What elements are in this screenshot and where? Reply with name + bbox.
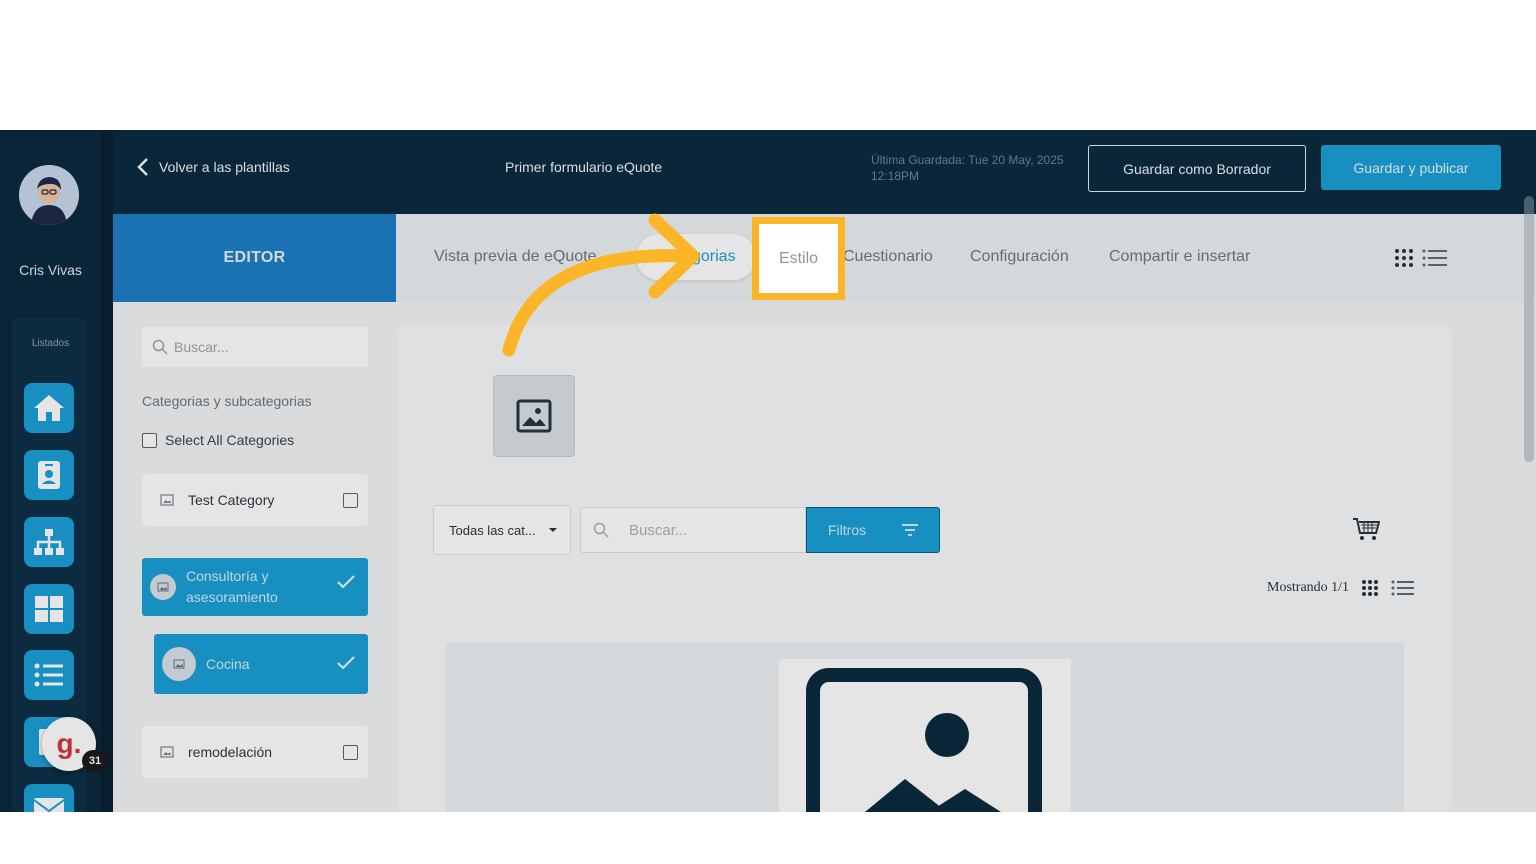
save-publish-button[interactable]: Guardar y publicar: [1321, 145, 1501, 190]
select-all-label: Select All Categories: [165, 432, 295, 448]
results-count-label: Mostrando 1/1: [1267, 580, 1350, 595]
category-search-placeholder: Buscar...: [174, 339, 229, 355]
logo-placeholder[interactable]: [493, 375, 575, 457]
category-dropdown[interactable]: Todas las cat...: [433, 505, 571, 555]
filters-label: Filtros: [827, 522, 867, 538]
scrollbar[interactable]: [1524, 196, 1534, 462]
tab-editor[interactable]: EDITOR: [113, 214, 396, 302]
caret-down-icon: [548, 528, 557, 532]
grid-view-icon[interactable]: [1361, 579, 1379, 597]
category-item[interactable]: Test Category: [142, 474, 368, 526]
search-icon: [152, 339, 168, 355]
app-frame: Cris Vivas Listados g. 31 Volver a las p…: [0, 130, 1536, 812]
sitemap-icon: [34, 529, 64, 555]
category-search-input[interactable]: Buscar...: [142, 327, 368, 367]
last-saved-timestamp: Última Guardada: Tue 20 May, 2025 12:18P…: [871, 153, 1064, 183]
form-title: Primer formulario eQuote: [505, 159, 663, 175]
rail-hierarchy-button[interactable]: [24, 517, 74, 567]
image-icon: [157, 582, 169, 592]
rail-contacts-button[interactable]: [24, 450, 74, 500]
rail-divider: [101, 130, 113, 812]
list-icon: [34, 663, 63, 687]
back-to-templates-link[interactable]: Volver a las plantillas: [137, 157, 290, 177]
user-name: Cris Vivas: [19, 262, 82, 278]
subcategory-item-selected[interactable]: Cocina: [154, 634, 368, 694]
tab-questionnaire[interactable]: Cuestionario: [843, 248, 933, 266]
rail-home-button[interactable]: [24, 383, 74, 433]
image-icon: [160, 494, 174, 506]
filters-button[interactable]: Filtros: [806, 507, 940, 553]
id-badge-icon: [38, 461, 60, 489]
grid-icon: [35, 596, 63, 622]
rail-caption: Listados: [31, 338, 70, 349]
category-checkbox[interactable]: [343, 492, 358, 508]
list-view-icon[interactable]: [1422, 248, 1448, 268]
home-icon: [34, 395, 64, 421]
category-thumb: [150, 574, 176, 600]
image-placeholder-icon: [806, 668, 1042, 812]
tab-style[interactable]: Estilo: [759, 224, 838, 293]
tutorial-arrow-icon: [502, 213, 700, 357]
search-icon: [593, 522, 609, 538]
checkmark-icon: [337, 575, 355, 589]
checkmark-icon: [337, 656, 355, 670]
list-view-icon[interactable]: [1391, 579, 1415, 597]
avatar[interactable]: [19, 165, 79, 225]
notification-badge: 31: [82, 750, 108, 772]
category-checkbox[interactable]: [343, 744, 358, 760]
view-toggle: [1394, 248, 1448, 268]
tab-configuration[interactable]: Configuración: [970, 248, 1069, 266]
mail-icon: [33, 798, 65, 812]
select-all-checkbox[interactable]: [142, 432, 157, 448]
image-icon: [173, 659, 185, 669]
tutorial-highlight: Estilo: [752, 217, 845, 300]
category-thumb: [162, 647, 196, 681]
category-label: Test Category: [188, 492, 275, 508]
rail-dashboard-button[interactable]: [24, 584, 74, 634]
product-search-placeholder: Buscar...: [629, 521, 688, 539]
category-label: Cocina: [206, 656, 250, 672]
category-item-selected[interactable]: Consultoría y asesoramiento: [142, 558, 368, 616]
grid-view-icon[interactable]: [1394, 248, 1414, 268]
rail-list-button[interactable]: [24, 650, 74, 700]
category-dropdown-value: Todas las cat...: [449, 522, 536, 538]
product-grid: [446, 643, 1404, 812]
product-search-input[interactable]: Buscar...: [580, 507, 806, 553]
rail-mail-button[interactable]: [24, 784, 74, 812]
product-card[interactable]: [779, 659, 1071, 812]
category-label: remodelación: [188, 744, 273, 760]
categories-heading: Categorias y subcategorias: [142, 393, 312, 409]
chevron-left-icon: [137, 158, 148, 176]
top-header: Volver a las plantillas Primer formulari…: [113, 130, 1536, 214]
image-icon: [160, 746, 174, 758]
filter-icon: [902, 524, 919, 536]
eqoute-preview: Todas las cat... Buscar... Filtros Mostr…: [398, 325, 1452, 812]
results-count: Mostrando 1/1: [1267, 579, 1415, 597]
cart-icon[interactable]: [1352, 517, 1380, 541]
tab-share[interactable]: Compartir e insertar: [1109, 248, 1250, 266]
image-icon: [516, 399, 552, 433]
save-draft-button[interactable]: Guardar como Borrador: [1088, 145, 1306, 192]
category-label: Consultoría y asesoramiento: [186, 568, 278, 605]
select-all-categories[interactable]: Select All Categories: [142, 432, 294, 448]
category-item[interactable]: remodelación: [142, 726, 368, 778]
chat-widget-letter: g.: [56, 728, 82, 759]
icon-rail: Cris Vivas Listados: [0, 130, 101, 812]
back-label: Volver a las plantillas: [159, 159, 290, 175]
